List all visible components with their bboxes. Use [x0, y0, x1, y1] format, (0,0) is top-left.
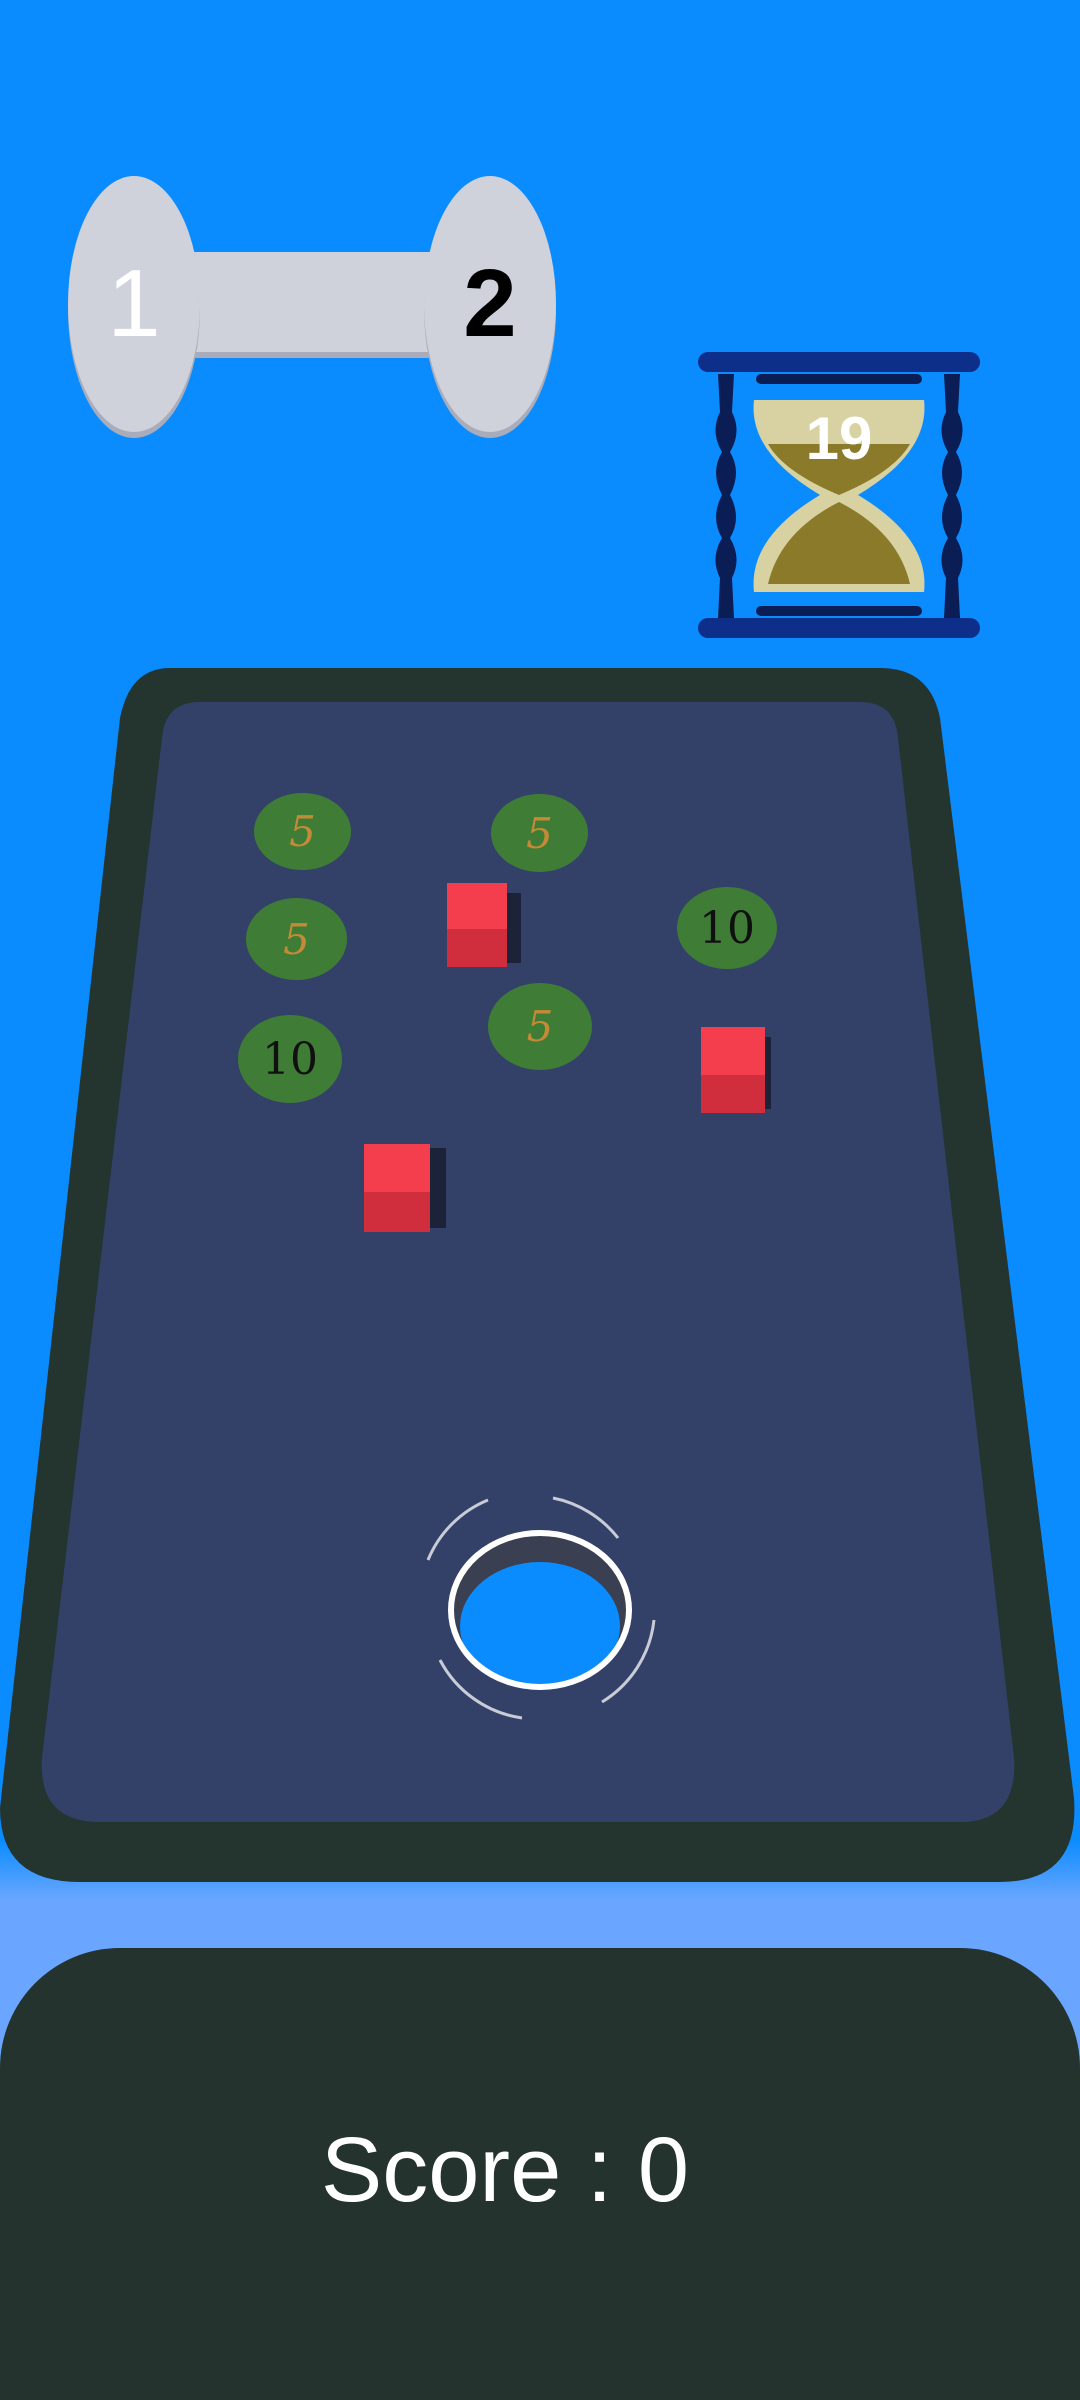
coin-10: 10	[677, 887, 777, 969]
score-label: Score : 0	[320, 2119, 690, 2221]
coin-5: 5	[246, 898, 347, 980]
level-bar-connector	[178, 252, 448, 352]
coin-10: 10	[238, 1015, 342, 1103]
next-level-number: 2	[463, 250, 517, 357]
timer-seconds: 19	[805, 405, 873, 472]
coin-value: 10	[699, 902, 755, 954]
coin-value: 5	[526, 808, 553, 858]
player-hole[interactable]	[418, 1490, 658, 1722]
red-cube-obstacle	[701, 1027, 771, 1113]
red-cube-obstacle	[364, 1144, 446, 1232]
countdown-timer: 19	[698, 352, 980, 638]
current-level-number: 1	[107, 250, 161, 357]
coin-5: 5	[491, 794, 588, 872]
coin-value: 5	[526, 1002, 554, 1051]
coin-5: 5	[254, 793, 351, 870]
level-progress: 1 2	[68, 176, 558, 438]
coin-5: 5	[488, 983, 592, 1070]
coin-value: 5	[283, 914, 310, 964]
coin-value: 10	[262, 1033, 318, 1085]
hourglass-icon	[698, 352, 980, 638]
coin-value: 5	[289, 807, 316, 856]
red-cube-obstacle	[447, 883, 521, 967]
